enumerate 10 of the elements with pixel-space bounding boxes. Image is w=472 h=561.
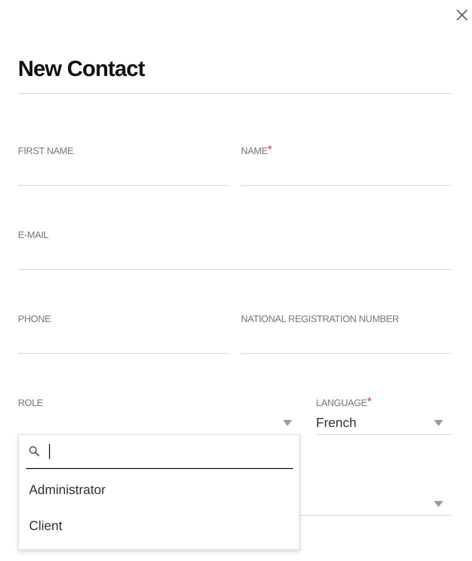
field-label: NATIONAL REGISTRATION NUMBER — [241, 314, 399, 325]
field-label: NAME — [241, 146, 268, 157]
field-label: PHONE — [18, 314, 51, 325]
field-label: ROLE — [18, 398, 44, 409]
dialog-title: New Contact — [18, 55, 146, 82]
field-label: FIRST NAME — [18, 146, 74, 157]
field-label: LANGUAGE — [316, 398, 368, 409]
required-mark: * — [367, 398, 372, 407]
field-label: E-MAIL — [18, 230, 48, 241]
required-mark: * — [268, 146, 272, 155]
